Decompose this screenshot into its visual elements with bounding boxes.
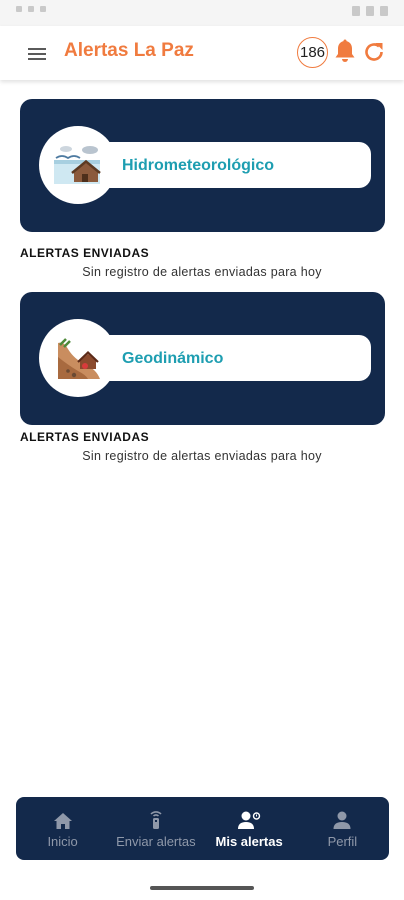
user-alert-icon [237,808,261,830]
sent-alerts-empty-text: Sin registro de alertas enviadas para ho… [82,449,322,463]
home-indicator[interactable] [150,886,254,890]
category-card-geodinamico[interactable]: Geodinámico [20,292,385,425]
nav-item-enviar-alertas[interactable]: Enviar alertas [109,797,202,860]
landslide-icon [39,319,117,397]
refresh-icon[interactable] [362,39,386,65]
nav-item-perfil[interactable]: Perfil [296,797,389,860]
card-label: Geodinámico [122,350,224,367]
sent-alerts-heading: ALERTAS ENVIADAS [20,246,150,260]
nav-label: Enviar alertas [116,834,196,849]
nav-label: Inicio [47,834,78,849]
status-left-icons [16,6,46,12]
bottom-nav: Inicio Enviar alertas Mis alertas Perfil [16,797,389,860]
status-bar [0,0,404,26]
nav-item-inicio[interactable]: Inicio [16,797,109,860]
home-icon [53,808,73,830]
transmitter-icon [148,808,164,830]
app-bar: Alertas La Paz 186 [0,26,404,80]
status-right-icons [352,6,388,16]
bell-icon[interactable] [333,39,357,65]
sent-alerts-empty-text: Sin registro de alertas enviadas para ho… [82,265,322,279]
category-card-hidrometeorologico[interactable]: Hidrometeorológico [20,99,385,232]
app-title: Alertas La Paz [64,40,194,61]
nav-label: Perfil [327,834,358,849]
card-label: Hidrometeorológico [122,157,275,174]
sent-alerts-heading: ALERTAS ENVIADAS [20,430,150,444]
menu-icon[interactable] [28,45,50,63]
nav-item-mis-alertas[interactable]: Mis alertas [203,797,296,860]
house-flood-icon [39,126,117,204]
notification-count-badge[interactable]: 186 [297,37,328,68]
nav-label: Mis alertas [215,834,283,849]
profile-icon [332,808,352,830]
